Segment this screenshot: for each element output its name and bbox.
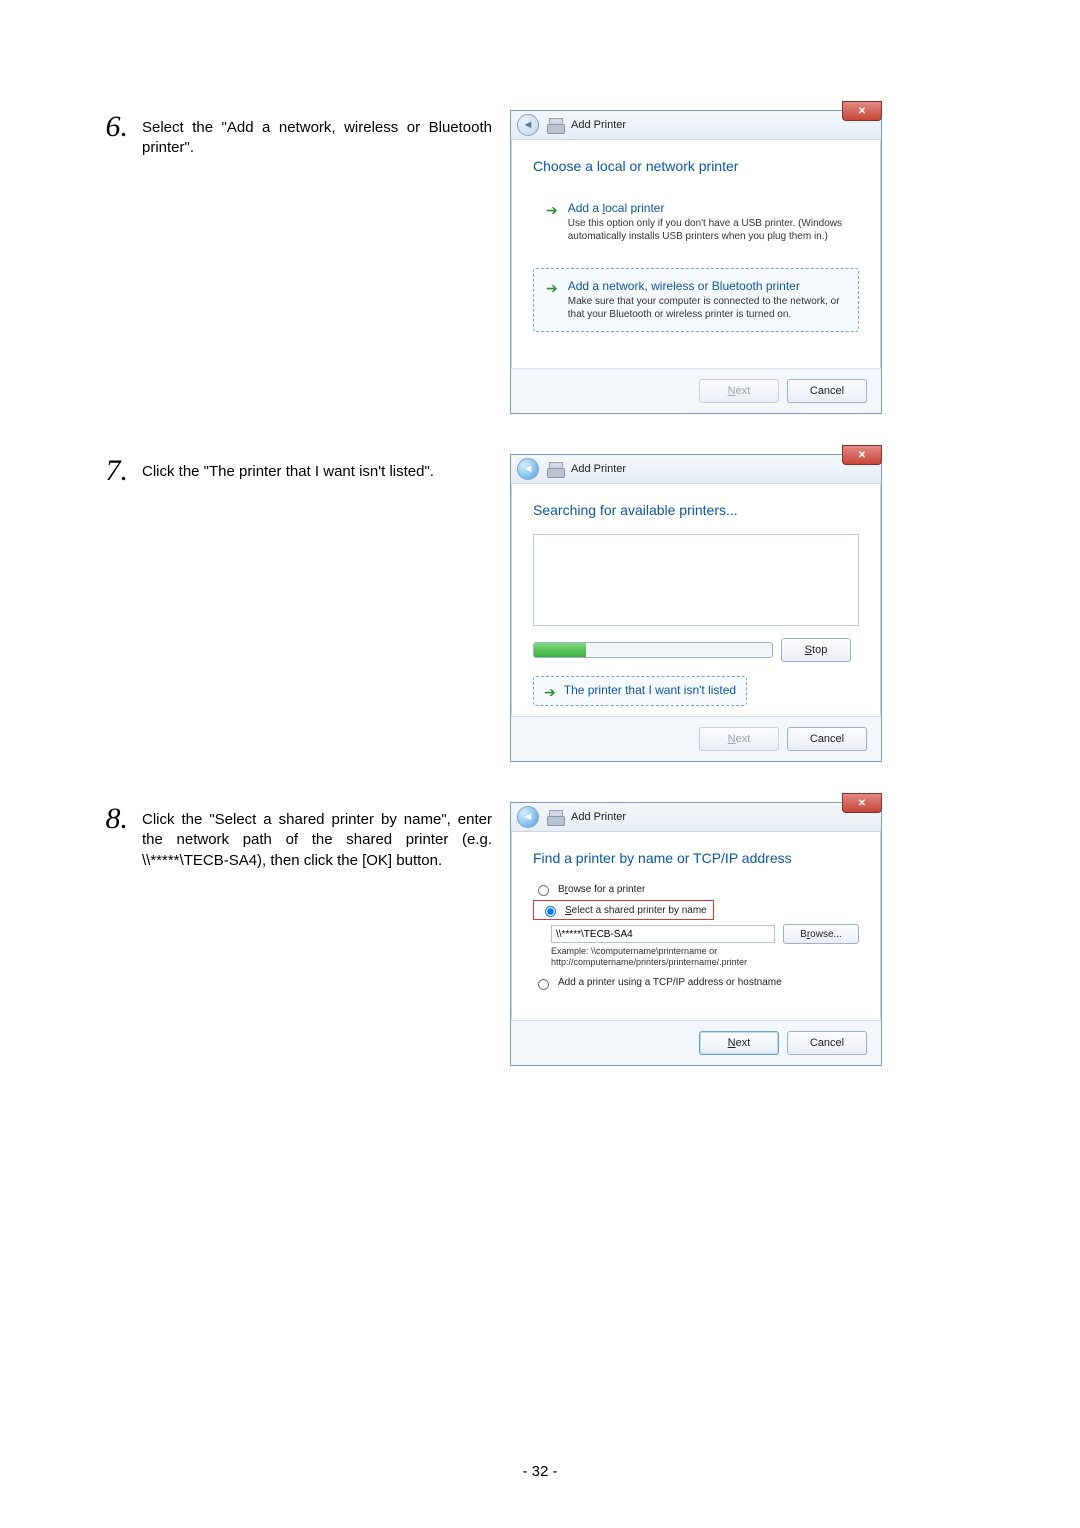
dialog-searching-printers: ✕ ◄ Add Printer Searching for available … [510,454,882,762]
radio-input[interactable] [538,885,549,896]
link-label: The printer that I want isn't listed [564,683,736,699]
step-7: 7. Click the "The printer that I want is… [104,454,976,762]
dialog-title: Add Printer [571,811,626,823]
step-text: Click the "Select a shared printer by na… [142,802,492,1066]
step-text: Select the "Add a network, wireless or B… [142,110,492,414]
back-icon[interactable]: ◄ [517,114,539,136]
arrow-icon: ➔ [546,203,558,243]
stop-button[interactable]: Stop [781,638,851,662]
next-button[interactable]: Next [699,727,779,751]
option-desc: Make sure that your computer is connecte… [568,295,846,321]
close-icon[interactable]: ✕ [842,101,882,121]
back-icon[interactable]: ◄ [517,806,539,828]
dialog-heading: Find a printer by name or TCP/IP address [533,850,859,866]
cancel-button[interactable]: Cancel [787,379,867,403]
radio-input[interactable] [545,906,556,917]
radio-tcpip[interactable]: Add a printer using a TCP/IP address or … [533,976,859,990]
link-printer-not-listed[interactable]: ➔ The printer that I want isn't listed [533,676,747,706]
page-number: - 32 - [0,1463,1080,1480]
dialog-title: Add Printer [571,119,626,131]
close-icon[interactable]: ✕ [842,793,882,813]
option-desc: Use this option only if you don't have a… [568,217,846,243]
printer-icon [547,810,563,824]
highlight-box: Select a shared printer by name [533,900,714,920]
example-text: Example: \\computername\printername or h… [551,946,859,968]
option-title: Add a network, wireless or Bluetooth pri… [568,279,846,293]
printer-icon [547,118,563,132]
dialog-find-printer: ✕ ◄ Add Printer Find a printer by name o… [510,802,882,1066]
arrow-icon: ➔ [544,685,556,699]
step-number: 6. [104,110,128,414]
printer-results-list[interactable] [533,534,859,626]
printer-path-input[interactable] [551,925,775,943]
step-text: Click the "The printer that I want isn't… [142,454,492,762]
arrow-icon: ➔ [546,281,558,321]
step-number: 7. [104,454,128,762]
browse-button[interactable]: Browse... [783,924,859,944]
document-page: 6. Select the "Add a network, wireless o… [0,0,1080,1066]
option-add-network[interactable]: ➔ Add a network, wireless or Bluetooth p… [533,268,859,332]
option-title: Add a local printer [568,201,846,215]
option-add-local[interactable]: ➔ Add a local printer Use this option on… [533,190,859,254]
radio-browse[interactable]: Browse for a printer [533,882,859,896]
dialog-heading: Choose a local or network printer [533,158,859,174]
radio-input[interactable] [538,979,549,990]
next-button[interactable]: Next [699,379,779,403]
cancel-button[interactable]: Cancel [787,1031,867,1055]
cancel-button[interactable]: Cancel [787,727,867,751]
step-number: 8. [104,802,128,1066]
step-6: 6. Select the "Add a network, wireless o… [104,110,976,414]
radio-shared-by-name[interactable]: Select a shared printer by name [540,903,707,917]
printer-icon [547,462,563,476]
dialog-heading: Searching for available printers... [533,502,859,518]
back-icon[interactable]: ◄ [517,458,539,480]
dialog-title: Add Printer [571,463,626,475]
dialog-add-printer-choose: ✕ ◄ Add Printer Choose a local or networ… [510,110,882,414]
next-button[interactable]: Next [699,1031,779,1055]
close-icon[interactable]: ✕ [842,445,882,465]
step-8: 8. Click the "Select a shared printer by… [104,802,976,1066]
progress-bar [533,642,773,658]
